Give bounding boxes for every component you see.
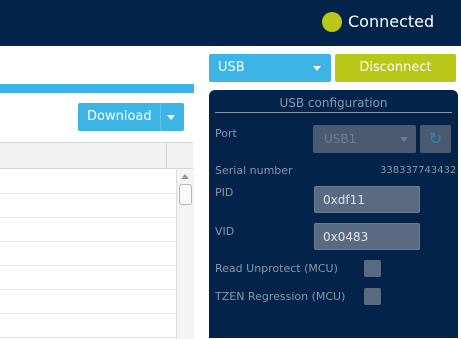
disconnect-button[interactable]: Disconnect [335, 54, 456, 82]
table-row[interactable] [0, 169, 176, 194]
interface-select[interactable]: USB [209, 54, 331, 82]
table-row[interactable] [0, 193, 176, 218]
table-row[interactable] [0, 217, 176, 242]
serial-number-label: Serial number [215, 164, 293, 177]
download-button-label: Download [87, 109, 152, 124]
download-button-separator [160, 103, 161, 131]
connection-status-dot [322, 12, 342, 32]
refresh-icon: ↻ [428, 129, 443, 148]
scrollbar-thumb[interactable] [179, 184, 192, 205]
table-row[interactable] [0, 265, 176, 290]
read-unprotect-label: Read Unprotect (MCU) [215, 262, 338, 275]
chevron-down-icon[interactable] [167, 115, 175, 120]
pid-field[interactable]: 0xdf11 [314, 186, 420, 213]
chevron-down-icon [313, 66, 321, 71]
refresh-button[interactable]: ↻ [420, 125, 451, 153]
tzen-regression-checkbox[interactable] [364, 288, 381, 305]
title-divider [215, 112, 452, 113]
scroll-up-arrow-icon[interactable] [181, 174, 189, 179]
table-row[interactable] [0, 241, 176, 266]
pid-label: PID [215, 186, 234, 199]
port-select[interactable]: USB1 [313, 125, 416, 153]
chevron-down-icon [400, 137, 408, 142]
table-vertical-scrollbar[interactable] [176, 169, 194, 339]
memory-table [0, 142, 194, 339]
table-row[interactable] [0, 289, 176, 314]
read-unprotect-checkbox[interactable] [364, 260, 381, 277]
usb-configuration-panel: USB configuration Port USB1 ↻ Serial num… [209, 90, 458, 338]
table-header [0, 143, 193, 169]
interface-select-value: USB [218, 60, 245, 75]
tzen-regression-label: TZEN Regression (MCU) [215, 290, 346, 303]
connection-status-text: Connected [348, 12, 435, 31]
vid-field[interactable]: 0x0483 [314, 223, 420, 250]
usb-configuration-title: USB configuration [279, 96, 388, 110]
port-select-value: USB1 [324, 132, 357, 146]
port-label: Port [215, 127, 237, 140]
vid-label: VID [215, 225, 235, 238]
memory-pane-accent-bar [0, 84, 194, 93]
download-button[interactable]: Download [78, 103, 184, 131]
table-row[interactable] [0, 313, 176, 338]
memory-pane-header [0, 46, 200, 84]
top-bar: Connected [0, 0, 461, 46]
serial-number-value: 338337743432 [380, 165, 457, 176]
table-header-divider [166, 143, 167, 168]
